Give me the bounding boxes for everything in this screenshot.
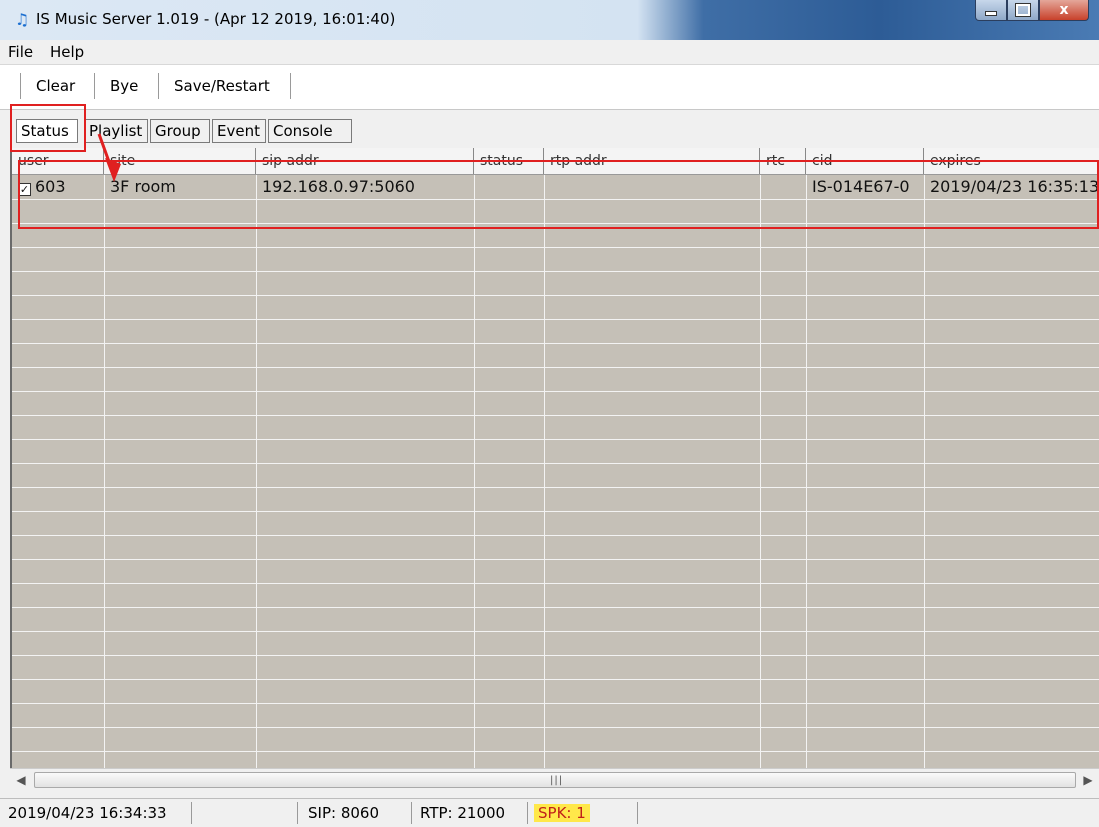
status-spk-panel: SPK: 1 bbox=[532, 802, 638, 824]
column-header-rtc[interactable]: rtc bbox=[760, 148, 806, 174]
tab-status[interactable]: Status bbox=[16, 119, 78, 143]
maximize-icon bbox=[1015, 3, 1031, 17]
cell-rtc bbox=[760, 175, 806, 199]
menu-bar: File Help bbox=[0, 40, 1099, 65]
table-row-empty bbox=[12, 583, 1099, 608]
table-row-empty bbox=[12, 487, 1099, 512]
cell-site: 3F room bbox=[110, 177, 176, 196]
tab-playlist[interactable]: Playlist bbox=[84, 119, 148, 143]
status-spk: SPK: 1 bbox=[534, 804, 590, 822]
save-restart-button[interactable]: Save/Restart bbox=[174, 77, 270, 95]
cell-cid: IS-014E67-0 bbox=[812, 177, 910, 196]
cell-sip-addr: 192.168.0.97:5060 bbox=[262, 177, 415, 196]
toolbar-separator bbox=[158, 73, 159, 99]
column-header-user[interactable]: user bbox=[12, 148, 104, 174]
tab-console[interactable]: Console bbox=[268, 119, 352, 143]
status-time: 2019/04/23 16:34:33 bbox=[6, 802, 192, 824]
minimize-button[interactable] bbox=[975, 0, 1007, 21]
column-header-status[interactable]: status bbox=[474, 148, 544, 174]
menu-help[interactable]: Help bbox=[50, 43, 84, 61]
table-row-empty bbox=[12, 607, 1099, 632]
column-header-cid[interactable]: cid bbox=[806, 148, 924, 174]
tab-bar: Status Playlist Group Event Console bbox=[8, 116, 1093, 146]
scroll-right-icon[interactable]: ▶ bbox=[1077, 769, 1099, 791]
table-row-empty bbox=[12, 343, 1099, 368]
column-header-sip-addr[interactable]: sip addr bbox=[256, 148, 474, 174]
tab-group[interactable]: Group bbox=[150, 119, 210, 143]
table-row-empty bbox=[12, 559, 1099, 584]
table-row[interactable]: ✓ 603 3F room 192.168.0.97:5060 IS-014E67… bbox=[12, 175, 1099, 200]
row-checkbox[interactable]: ✓ bbox=[18, 183, 31, 196]
bye-button[interactable]: Bye bbox=[110, 77, 138, 95]
cell-rtp-addr bbox=[544, 175, 760, 199]
status-empty-panel bbox=[198, 802, 298, 824]
table-row-empty bbox=[12, 439, 1099, 464]
table-row-empty bbox=[12, 415, 1099, 440]
cell-expires: 2019/04/23 16:35:13 bbox=[930, 177, 1099, 196]
status-table: user site sip addr status rtp addr rtc c… bbox=[10, 148, 1099, 768]
status-sip: SIP: 8060 bbox=[306, 802, 412, 824]
table-row-empty bbox=[12, 295, 1099, 320]
table-row-empty bbox=[12, 631, 1099, 656]
status-bar: 2019/04/23 16:34:33 SIP: 8060 RTP: 21000… bbox=[0, 798, 1099, 827]
table-row-empty bbox=[12, 679, 1099, 704]
table-row-empty bbox=[12, 247, 1099, 272]
column-header-expires[interactable]: expires bbox=[924, 148, 1099, 174]
table-row-empty bbox=[12, 319, 1099, 344]
table-row-empty bbox=[12, 391, 1099, 416]
toolbar-separator bbox=[290, 73, 291, 99]
title-bar: ♫ IS Music Server 1.019 - (Apr 12 2019, … bbox=[0, 0, 1099, 40]
table-row-empty bbox=[12, 703, 1099, 728]
cell-status bbox=[474, 175, 544, 199]
menu-file[interactable]: File bbox=[8, 43, 33, 61]
status-rtp: RTP: 21000 bbox=[418, 802, 528, 824]
music-note-icon: ♫ bbox=[14, 10, 30, 29]
scroll-left-icon[interactable]: ◀ bbox=[10, 769, 32, 791]
column-header-site[interactable]: site bbox=[104, 148, 256, 174]
toolbar: Clear Bye Save/Restart bbox=[0, 65, 1099, 110]
table-row-empty bbox=[12, 463, 1099, 488]
maximize-button[interactable] bbox=[1007, 0, 1039, 21]
scroll-thumb[interactable]: ||| bbox=[34, 772, 1076, 788]
table-row-empty bbox=[12, 271, 1099, 296]
tab-event[interactable]: Event bbox=[212, 119, 266, 143]
table-row-empty bbox=[12, 199, 1099, 224]
horizontal-scrollbar[interactable]: ◀ ||| ▶ bbox=[10, 768, 1099, 791]
close-icon: x bbox=[1059, 2, 1069, 18]
column-header-rtp-addr[interactable]: rtp addr bbox=[544, 148, 760, 174]
window-controls: x bbox=[975, 0, 1089, 22]
table-header: user site sip addr status rtp addr rtc c… bbox=[12, 148, 1099, 175]
table-row-empty bbox=[12, 751, 1099, 768]
table-row-empty bbox=[12, 511, 1099, 536]
cell-user: ✓ 603 bbox=[12, 175, 104, 199]
table-row-empty bbox=[12, 727, 1099, 752]
table-row-empty bbox=[12, 535, 1099, 560]
toolbar-separator bbox=[94, 73, 95, 99]
window-title: IS Music Server 1.019 - (Apr 12 2019, 16… bbox=[36, 10, 396, 28]
status-extra-panel bbox=[644, 802, 1084, 824]
minimize-icon bbox=[985, 10, 997, 16]
clear-button[interactable]: Clear bbox=[36, 77, 75, 95]
table-row-empty bbox=[12, 367, 1099, 392]
toolbar-separator bbox=[20, 73, 21, 99]
table-row-empty bbox=[12, 655, 1099, 680]
user-value: 603 bbox=[35, 177, 66, 196]
table-row-empty bbox=[12, 223, 1099, 248]
close-button[interactable]: x bbox=[1039, 0, 1089, 21]
grip-icon: ||| bbox=[550, 775, 564, 786]
